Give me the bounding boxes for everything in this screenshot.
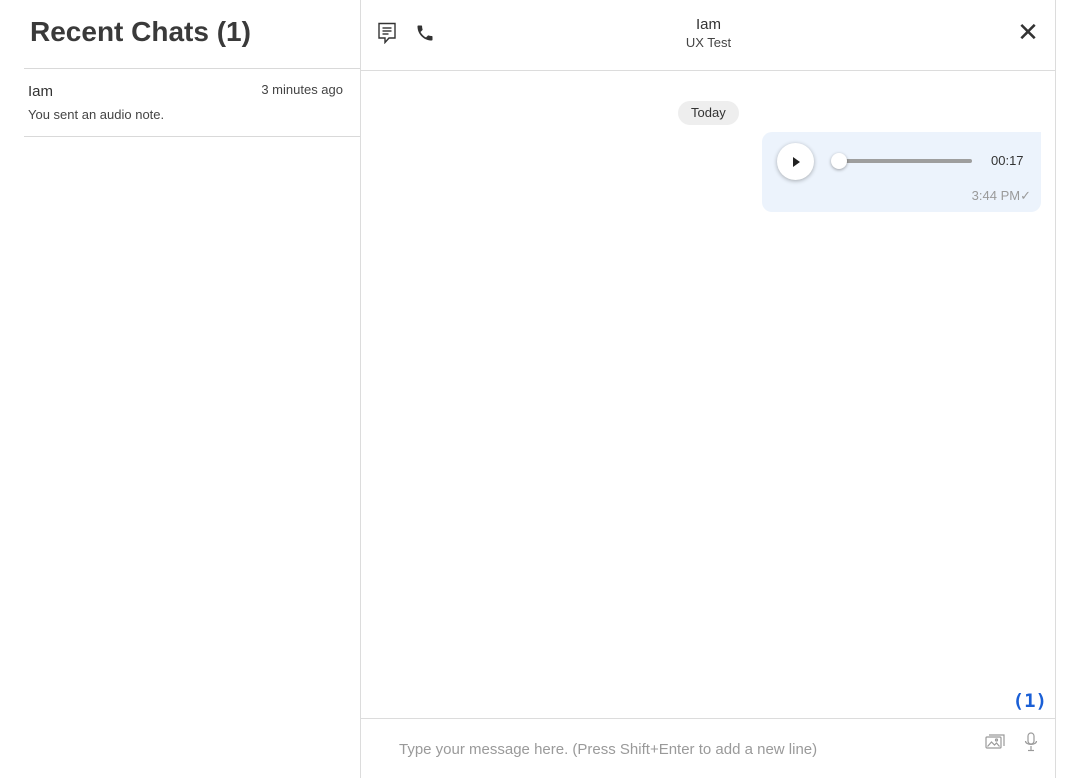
sent-check-icon: ✓: [1020, 188, 1031, 203]
microphone-icon[interactable]: [1021, 732, 1041, 752]
audio-progress-track[interactable]: [838, 159, 972, 163]
message-time-text: 3:44 PM: [971, 188, 1021, 203]
unread-count-indicator[interactable]: (1): [1013, 690, 1047, 712]
audio-message-bubble: 00:17 3:44 PM✓: [762, 132, 1041, 212]
audio-duration: 00:17: [991, 153, 1024, 168]
message-timestamp: 3:44 PM✓: [972, 188, 1031, 204]
message-composer: [361, 718, 1056, 778]
close-icon[interactable]: ✕: [1016, 19, 1040, 45]
image-icon[interactable]: [985, 732, 1005, 752]
contact-subtitle: UX Test: [685, 35, 732, 50]
play-icon: [792, 156, 800, 167]
chat-header: Iam UX Test ✕: [361, 0, 1056, 71]
message-input[interactable]: [399, 741, 979, 758]
recent-chats-sidebar: Recent Chats (1) Iam 3 minutes ago You s…: [0, 0, 361, 778]
chat-item-preview: You sent an audio note.: [28, 107, 165, 122]
audio-seek-handle[interactable]: [831, 153, 847, 169]
date-separator: Today: [678, 101, 739, 125]
chat-panel: Iam UX Test ✕ Today 00:17 3:44 PM✓ (1): [361, 0, 1056, 778]
play-button[interactable]: [777, 143, 814, 180]
contact-name: Iam: [695, 16, 721, 33]
sidebar-title: Recent Chats (1): [30, 16, 251, 47]
chat-list-item[interactable]: Iam 3 minutes ago You sent an audio note…: [24, 69, 360, 137]
chat-item-time: 3 minutes ago: [261, 82, 343, 97]
chat-item-name: Iam: [28, 83, 54, 100]
message-list[interactable]: Today 00:17 3:44 PM✓: [361, 72, 1056, 718]
